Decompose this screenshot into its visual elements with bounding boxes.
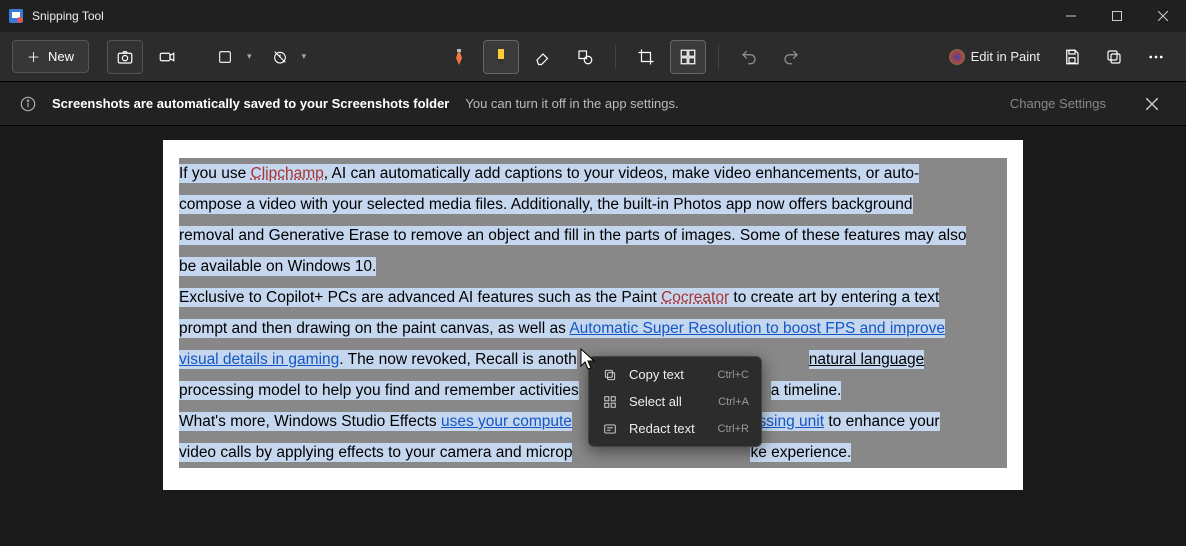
highlighter-tool-button[interactable] (483, 40, 519, 74)
new-button-label: New (48, 49, 74, 64)
close-notification-button[interactable] (1138, 90, 1166, 118)
change-settings-link[interactable]: Change Settings (1010, 96, 1106, 111)
eraser-tool-button[interactable] (525, 40, 561, 74)
pen-tool-button[interactable] (441, 40, 477, 74)
app-title: Snipping Tool (32, 9, 104, 23)
edit-in-paint-label: Edit in Paint (971, 49, 1040, 64)
crop-tool-button[interactable] (628, 40, 664, 74)
context-select-all[interactable]: Select all Ctrl+A (593, 388, 757, 415)
maximize-button[interactable] (1094, 0, 1140, 32)
more-button[interactable] (1138, 40, 1174, 74)
snip-mode-dropdown[interactable]: ▾ (207, 40, 256, 74)
copy-icon (601, 368, 619, 382)
context-redact-text[interactable]: Redact text Ctrl+R (593, 415, 757, 442)
window-controls (1048, 0, 1186, 32)
context-redact-label: Redact text (629, 421, 708, 436)
paint-icon (949, 49, 965, 65)
minimize-button[interactable] (1048, 0, 1094, 32)
save-button[interactable] (1054, 40, 1090, 74)
text-actions-button[interactable] (670, 40, 706, 74)
context-copy-label: Copy text (629, 367, 708, 382)
video-mode-button[interactable] (149, 40, 185, 74)
chevron-down-icon: ▾ (298, 51, 311, 62)
notification-bar: Screenshots are automatically saved to y… (0, 82, 1186, 126)
copy-button[interactable] (1096, 40, 1132, 74)
context-copy-text[interactable]: Copy text Ctrl+C (593, 361, 757, 388)
select-all-icon (601, 395, 619, 409)
context-copy-shortcut: Ctrl+C (718, 369, 749, 381)
camera-mode-button[interactable] (107, 40, 143, 74)
context-menu: Copy text Ctrl+C Select all Ctrl+A Redac… (588, 356, 762, 447)
notification-title: Screenshots are automatically saved to y… (52, 96, 449, 111)
undo-button[interactable] (731, 40, 767, 74)
shapes-tool-button[interactable] (567, 40, 603, 74)
close-button[interactable] (1140, 0, 1186, 32)
toolbar: ＋ New ▾ ▾ Edit in Paint (0, 32, 1186, 82)
context-redact-shortcut: Ctrl+R (718, 423, 749, 435)
context-select-label: Select all (629, 394, 708, 409)
info-icon (20, 96, 36, 112)
titlebar: Snipping Tool (0, 0, 1186, 32)
notification-subtitle: You can turn it off in the app settings. (465, 96, 678, 111)
redo-button[interactable] (773, 40, 809, 74)
delay-dropdown[interactable]: ▾ (262, 40, 311, 74)
edit-in-paint-button[interactable]: Edit in Paint (941, 45, 1048, 69)
plus-icon: ＋ (27, 47, 40, 66)
redact-icon (601, 422, 619, 436)
context-select-shortcut: Ctrl+A (718, 396, 749, 408)
new-button[interactable]: ＋ New (12, 40, 89, 73)
chevron-down-icon: ▾ (243, 51, 256, 62)
app-icon (8, 8, 24, 24)
